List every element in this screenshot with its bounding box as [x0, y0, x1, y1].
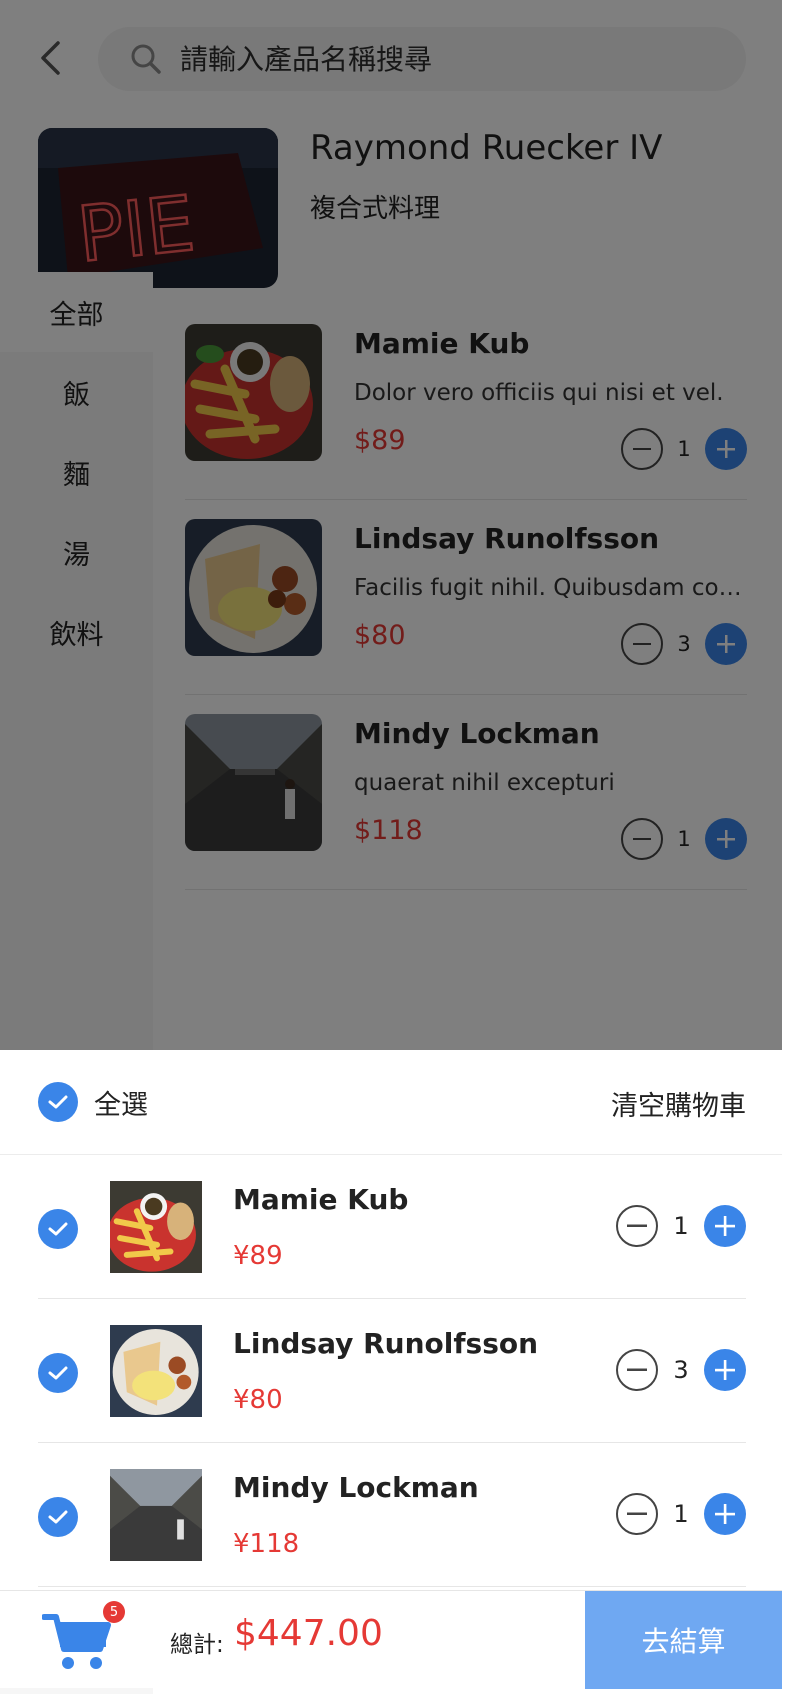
plus-icon	[715, 1504, 735, 1524]
cart-item: Lindsay Runolfsson ¥80 3	[38, 1299, 746, 1443]
check-icon	[48, 1095, 68, 1109]
cart-item-name: Mindy Lockman	[233, 1471, 479, 1504]
total-value: $447.00	[234, 1613, 383, 1654]
cart-item: Mindy Lockman ¥118 1	[38, 1443, 746, 1587]
cart-item-name: Lindsay Runolfsson	[233, 1327, 539, 1360]
cart-button[interactable]	[41, 1611, 112, 1673]
check-icon	[48, 1366, 68, 1380]
check-icon	[48, 1222, 68, 1236]
check-icon	[48, 1510, 68, 1524]
decrease-button[interactable]	[616, 1205, 658, 1247]
minus-icon	[627, 1368, 647, 1371]
decrease-button[interactable]	[616, 1493, 658, 1535]
cart-sheet: 全選 清空購物車 Mamie Kub ¥89 1 Lindsay Runolfs…	[0, 1050, 782, 1590]
minus-icon	[627, 1224, 647, 1227]
quantity-stepper: 1	[616, 1205, 746, 1247]
cart-item: Mamie Kub ¥89 1	[38, 1155, 746, 1299]
cart-item-name: Mamie Kub	[233, 1183, 409, 1216]
quantity-stepper: 1	[616, 1493, 746, 1535]
select-all-label: 全選	[94, 1089, 148, 1121]
cart-item-price: ¥80	[233, 1385, 283, 1415]
quantity-value: 1	[673, 1212, 689, 1240]
increase-button[interactable]	[704, 1493, 746, 1535]
item-checkbox[interactable]	[38, 1209, 78, 1249]
item-checkbox[interactable]	[38, 1497, 78, 1537]
cart-icon	[41, 1614, 111, 1669]
cart-item-image	[110, 1469, 202, 1561]
clear-cart-button[interactable]: 清空購物車	[611, 1084, 746, 1123]
modal-backdrop[interactable]	[0, 0, 782, 1050]
select-all-checkbox[interactable]	[38, 1082, 78, 1122]
cart-item-image	[110, 1325, 202, 1417]
checkout-bar: 5 總計: $447.00 去結算	[0, 1590, 782, 1689]
total-label: 總計:	[170, 1632, 224, 1658]
quantity-value: 3	[673, 1356, 689, 1384]
decrease-button[interactable]	[616, 1349, 658, 1391]
select-all-toggle[interactable]: 全選	[38, 1082, 148, 1122]
cart-item-image	[110, 1181, 202, 1273]
cart-count-badge: 5	[103, 1601, 125, 1623]
quantity-value: 1	[673, 1500, 689, 1528]
right-edge	[782, 0, 788, 1694]
cart-item-price: ¥118	[233, 1529, 300, 1559]
cart-header: 全選 清空購物車	[0, 1050, 782, 1155]
checkout-button[interactable]: 去結算	[585, 1591, 782, 1689]
quantity-stepper: 3	[616, 1349, 746, 1391]
increase-button[interactable]	[704, 1205, 746, 1247]
plus-icon	[715, 1216, 735, 1236]
plus-icon	[715, 1360, 735, 1380]
minus-icon	[627, 1512, 647, 1515]
cart-item-price: ¥89	[233, 1241, 283, 1271]
item-checkbox[interactable]	[38, 1353, 78, 1393]
increase-button[interactable]	[704, 1349, 746, 1391]
